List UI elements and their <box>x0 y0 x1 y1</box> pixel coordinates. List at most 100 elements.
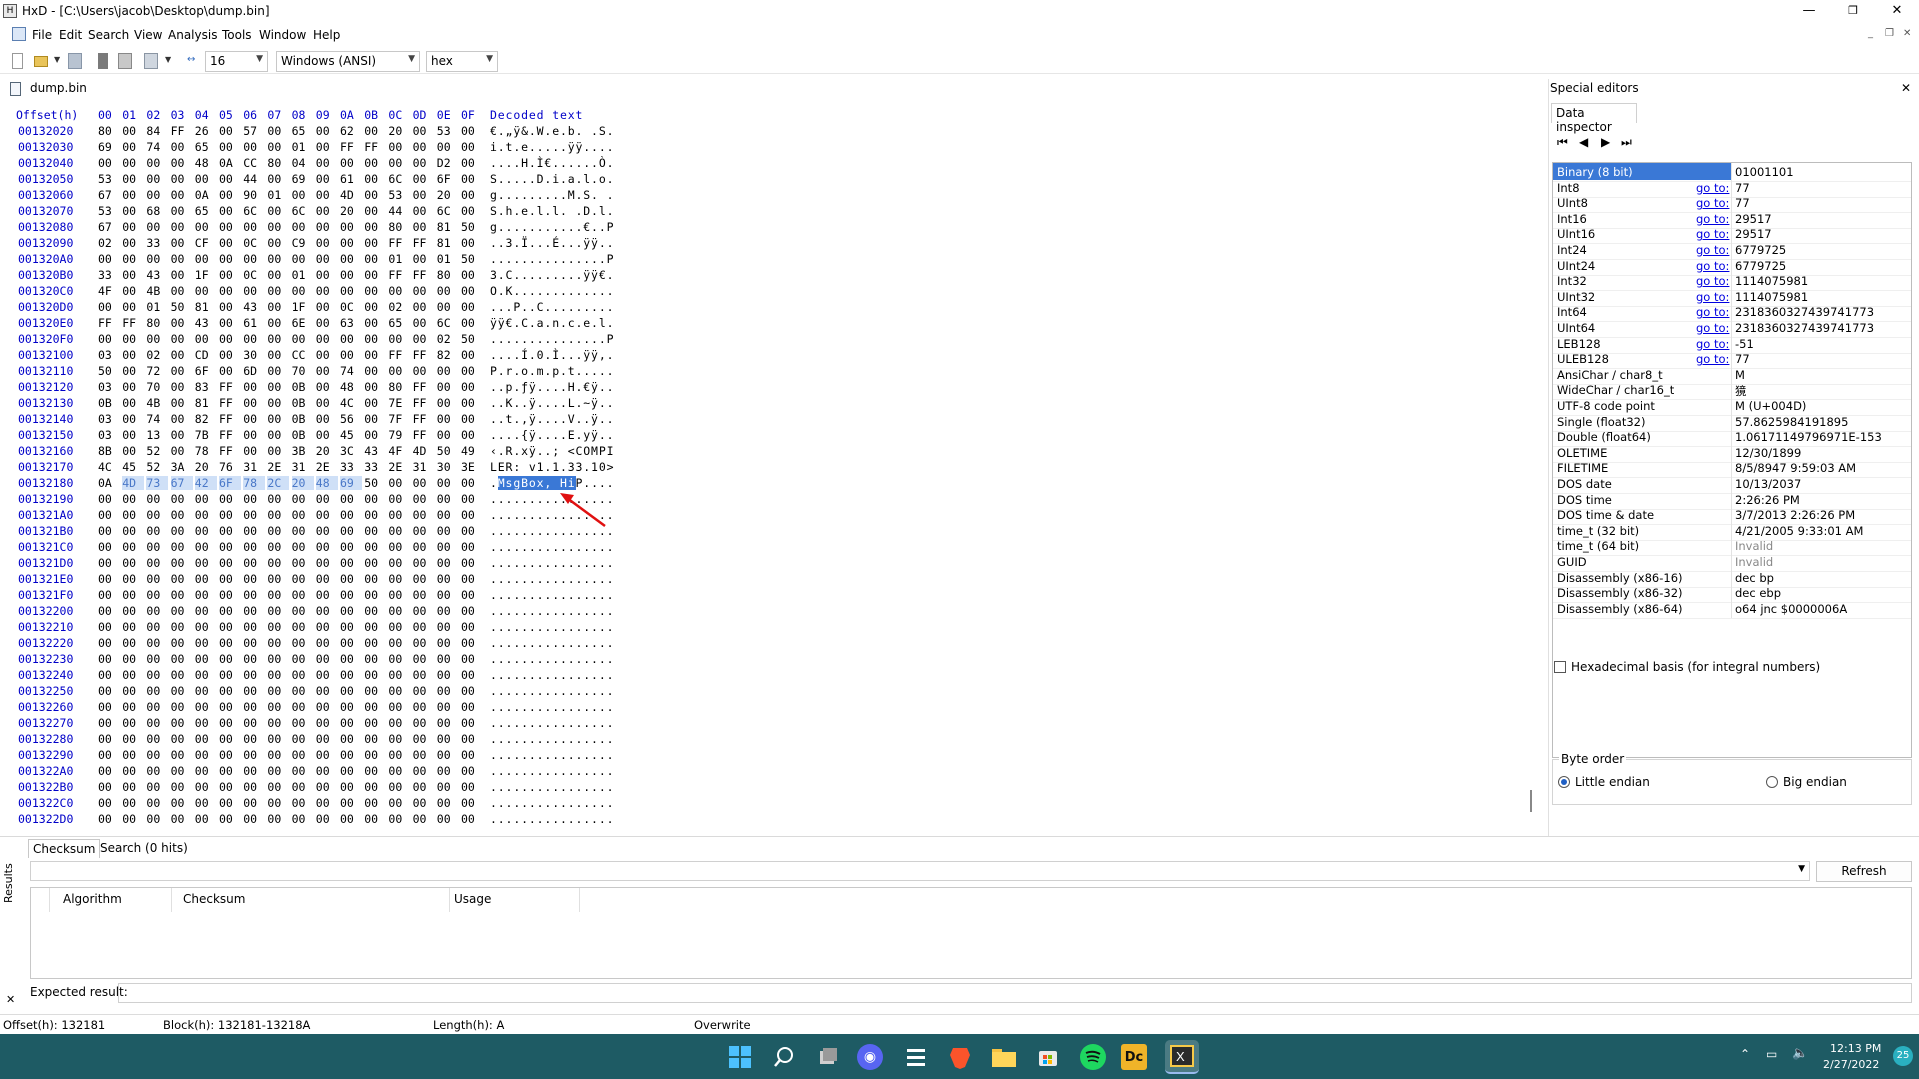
inspector-row[interactable]: Disassembly (x86-64) o64 jnc $0000006A <box>1553 599 1911 619</box>
big-endian-label[interactable]: Big endian <box>1783 775 1847 789</box>
inspector-value[interactable]: 2:26:26 PM <box>1735 493 1800 507</box>
last-byte-icon[interactable]: ⏭ <box>1621 135 1632 150</box>
menu-help[interactable]: Help <box>313 28 340 42</box>
print-dropdown-icon[interactable]: ▼ <box>165 55 179 71</box>
inspector-value[interactable]: 1114075981 <box>1735 274 1808 288</box>
store-icon[interactable] <box>1033 1042 1063 1072</box>
menu-analysis[interactable]: Analysis <box>168 28 217 42</box>
inspector-value[interactable]: 6779725 <box>1735 243 1786 257</box>
menu-window[interactable]: Window <box>259 28 306 42</box>
goto-link[interactable]: go to: <box>1696 196 1729 210</box>
inspector-value[interactable]: dec bp <box>1735 571 1774 585</box>
inspector-value[interactable]: 29517 <box>1735 212 1772 226</box>
chevron-up-icon[interactable]: ⌃ <box>1740 1047 1750 1061</box>
inspector-value[interactable]: Invalid <box>1735 539 1773 553</box>
open-dropdown-icon[interactable]: ▼ <box>54 55 68 71</box>
refresh-button[interactable]: Refresh <box>1816 861 1912 882</box>
goto-link[interactable]: go to: <box>1696 352 1729 366</box>
goto-link[interactable]: go to: <box>1696 259 1729 273</box>
inspector-value[interactable]: o64 jnc $0000006A <box>1735 602 1847 616</box>
inspector-value[interactable]: 1114075981 <box>1735 290 1808 304</box>
mdi-close-button[interactable]: ✕ <box>1903 28 1911 39</box>
brave-icon[interactable] <box>945 1042 975 1072</box>
menu-edit[interactable]: Edit <box>59 28 82 42</box>
menu-view[interactable]: View <box>134 28 162 42</box>
excel-icon[interactable]: X <box>1165 1040 1199 1074</box>
inspector-value[interactable]: M <box>1735 368 1745 382</box>
minimize-button[interactable]: — <box>1787 0 1831 22</box>
volume-icon[interactable]: 🔈 <box>1792 1046 1808 1061</box>
hex-basis-checkbox[interactable] <box>1554 661 1566 673</box>
first-byte-icon[interactable]: ⏮ <box>1557 135 1568 150</box>
save-icon[interactable] <box>68 53 82 69</box>
tab-checksum[interactable]: Checksum <box>28 839 101 858</box>
inspector-value[interactable]: 1.06171149796971E-153 <box>1735 430 1882 444</box>
inspector-value[interactable]: 3/7/2013 2:26:26 PM <box>1735 508 1855 522</box>
inspector-value[interactable]: 8/5/8947 9:59:03 AM <box>1735 461 1856 475</box>
inspector-value[interactable]: -51 <box>1735 337 1754 351</box>
open-folder-icon[interactable] <box>34 56 48 67</box>
inspector-value[interactable]: 57.8625984191895 <box>1735 415 1848 429</box>
close-file-icon[interactable] <box>98 53 108 69</box>
new-file-icon[interactable] <box>12 53 23 69</box>
goto-link[interactable]: go to: <box>1696 337 1729 351</box>
little-endian-label[interactable]: Little endian <box>1575 775 1650 789</box>
menu-file[interactable]: File <box>32 28 52 42</box>
terminal-icon[interactable] <box>901 1042 931 1072</box>
goto-link[interactable]: go to: <box>1696 227 1729 241</box>
inspector-value[interactable]: 10/13/2037 <box>1735 477 1801 491</box>
hex-basis-label[interactable]: Hexadecimal basis (for integral numbers) <box>1571 660 1820 674</box>
close-button[interactable]: ✕ <box>1875 0 1919 22</box>
results-close-icon[interactable]: ✕ <box>6 993 15 1006</box>
network-icon[interactable]: ▭ <box>1766 1047 1777 1061</box>
goto-link[interactable]: go to: <box>1696 321 1729 335</box>
discord-icon[interactable]: ◉ <box>857 1044 883 1070</box>
notification-badge[interactable]: 25 <box>1893 1046 1913 1066</box>
next-byte-icon[interactable]: ▶ <box>1601 135 1610 149</box>
inspector-value[interactable]: dec ebp <box>1735 586 1781 600</box>
tab-data-inspector[interactable]: Data inspector <box>1551 103 1637 134</box>
maximize-button[interactable]: ❐ <box>1831 0 1875 22</box>
inspector-value[interactable]: 29517 <box>1735 227 1772 241</box>
inspector-value[interactable]: 12/30/1899 <box>1735 446 1801 460</box>
explorer-icon[interactable] <box>989 1042 1019 1072</box>
mdi-restore-button[interactable]: ❐ <box>1885 28 1894 39</box>
column-algorithm[interactable]: Algorithm <box>63 892 122 906</box>
algorithm-select[interactable]: ▼ <box>30 861 1810 881</box>
inspector-value[interactable]: 77 <box>1735 352 1750 366</box>
bytes-per-row-select[interactable]: 16 ▼ <box>205 51 268 72</box>
search-icon[interactable] <box>769 1042 799 1072</box>
menu-search[interactable]: Search <box>88 28 129 42</box>
big-endian-radio[interactable] <box>1766 776 1778 788</box>
inspector-value[interactable]: 2318360327439741773 <box>1735 305 1874 319</box>
spotify-icon[interactable] <box>1080 1044 1106 1070</box>
column-usage[interactable]: Usage <box>454 892 491 906</box>
menu-tools[interactable]: Tools <box>222 28 252 42</box>
tab-search-hits[interactable]: Search (0 hits) <box>96 839 192 857</box>
start-icon[interactable] <box>725 1042 755 1072</box>
offset-base-select[interactable]: hex ▼ <box>426 51 498 72</box>
hex-scrollbar[interactable] <box>1530 790 1532 812</box>
column-checksum[interactable]: Checksum <box>183 892 245 906</box>
hex-editor-view[interactable]: Offset(h) 00 01 02 03 04 05 06 07 08 09 0A 0B 0C 0D 0E 0… <box>0 104 1540 834</box>
inspector-value[interactable]: 2318360327439741773 <box>1735 321 1874 335</box>
clock-date[interactable]: 2/27/2022 <box>1823 1058 1879 1071</box>
inspector-value[interactable]: 6779725 <box>1735 259 1786 273</box>
clock-time[interactable]: 12:13 PM <box>1830 1042 1881 1055</box>
charset-select[interactable]: Windows (ANSI) ▼ <box>276 51 420 72</box>
little-endian-radio[interactable] <box>1558 776 1570 788</box>
goto-link[interactable]: go to: <box>1696 181 1729 195</box>
save-all-icon[interactable] <box>118 53 132 69</box>
document-icon[interactable] <box>12 27 26 41</box>
inspector-value[interactable]: 77 <box>1735 196 1750 210</box>
goto-link[interactable]: go to: <box>1696 243 1729 257</box>
goto-link[interactable]: go to: <box>1696 290 1729 304</box>
previous-byte-icon[interactable]: ◀ <box>1579 135 1588 149</box>
goto-link[interactable]: go to: <box>1696 212 1729 226</box>
mdi-minimize-button[interactable]: _ <box>1868 28 1873 39</box>
inspector-value[interactable]: 4/21/2005 9:33:01 AM <box>1735 524 1863 538</box>
inspector-value[interactable]: 77 <box>1735 181 1750 195</box>
print-icon[interactable] <box>144 53 158 69</box>
goto-link[interactable]: go to: <box>1696 274 1729 288</box>
inspector-value[interactable]: M (U+004D) <box>1735 399 1806 413</box>
